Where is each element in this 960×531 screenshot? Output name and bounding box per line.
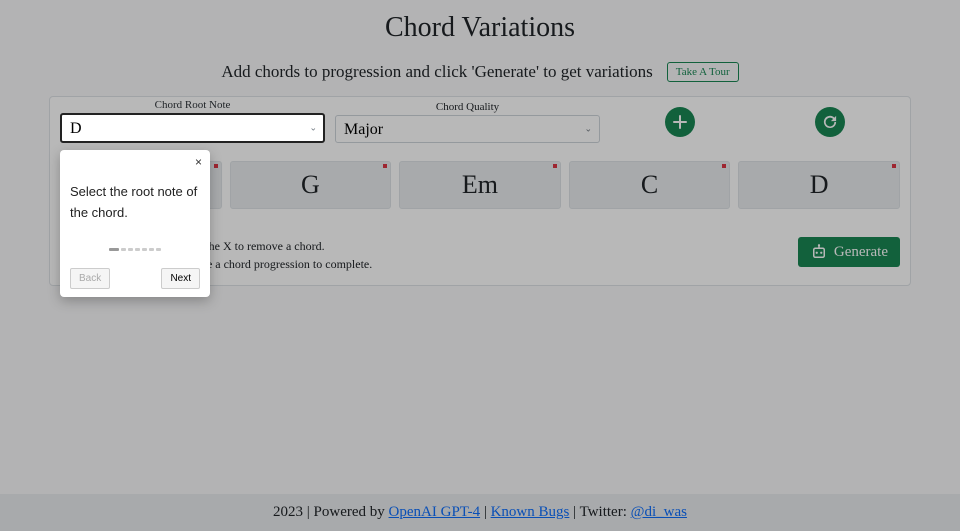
chord-label: C <box>641 170 658 200</box>
chord-card[interactable]: D <box>738 161 900 209</box>
progress-dot <box>135 248 140 251</box>
chord-label: D <box>810 170 829 200</box>
add-column <box>610 101 750 143</box>
root-note-label: Chord Root Note <box>60 99 325 111</box>
root-note-column: Chord Root Note D ⌄ <box>60 99 325 143</box>
chord-card[interactable]: G <box>230 161 392 209</box>
chord-card[interactable]: C <box>569 161 731 209</box>
quality-column: Chord Quality Major ⌄ <box>335 101 600 143</box>
footer-link-twitter[interactable]: @di_was <box>631 504 687 520</box>
footer-link-bugs[interactable]: Known Bugs <box>491 504 570 520</box>
controls-row: Chord Root Note D ⌄ Chord Quality Major … <box>60 97 900 143</box>
quality-label: Chord Quality <box>335 101 600 113</box>
footer-prefix: 2023 | Powered by <box>273 504 389 520</box>
progress-dot <box>128 248 133 251</box>
robot-icon <box>810 243 828 261</box>
progress-dot <box>121 248 126 251</box>
remove-chord-button[interactable] <box>383 164 387 168</box>
chord-label: G <box>301 170 320 200</box>
plus-icon <box>673 115 687 129</box>
remove-chord-button[interactable] <box>722 164 726 168</box>
generate-label: Generate <box>834 244 888 261</box>
quality-select[interactable]: Major <box>335 115 600 143</box>
popover-next-button[interactable]: Next <box>161 268 200 289</box>
chord-label: Em <box>462 170 498 200</box>
remove-chord-button[interactable] <box>892 164 896 168</box>
remove-chord-button[interactable] <box>553 164 557 168</box>
popover-back-button[interactable]: Back <box>70 268 110 289</box>
popover-progress-dots <box>70 238 200 256</box>
take-tour-button[interactable]: Take A Tour <box>667 62 739 82</box>
progress-dot <box>156 248 161 251</box>
chord-card[interactable]: Em <box>399 161 561 209</box>
refresh-column <box>760 101 900 143</box>
footer: 2023 | Powered by OpenAI GPT-4 | Known B… <box>0 494 960 531</box>
refresh-button[interactable] <box>815 107 845 137</box>
footer-link-gpt4[interactable]: OpenAI GPT-4 <box>389 504 481 520</box>
remove-chord-button[interactable] <box>214 164 218 168</box>
progress-dot <box>109 248 119 251</box>
footer-sep: | Twitter: <box>569 504 630 520</box>
page-title: Chord Variations <box>0 0 960 48</box>
popover-close-button[interactable]: × <box>195 156 202 168</box>
popover-buttons: Back Next <box>70 268 200 289</box>
progress-dot <box>142 248 147 251</box>
generate-button[interactable]: Generate <box>798 237 900 267</box>
add-chord-button[interactable] <box>665 107 695 137</box>
refresh-icon <box>823 115 837 129</box>
footer-sep: | <box>480 504 491 520</box>
tour-popover: × Select the root note of the chord. Bac… <box>60 150 210 297</box>
root-note-select[interactable]: D <box>60 113 325 143</box>
popover-text: Select the root note of the chord. <box>70 182 200 224</box>
subtitle-row: Add chords to progression and click 'Gen… <box>0 62 960 82</box>
progress-dot <box>149 248 154 251</box>
subtitle-text: Add chords to progression and click 'Gen… <box>221 62 652 81</box>
